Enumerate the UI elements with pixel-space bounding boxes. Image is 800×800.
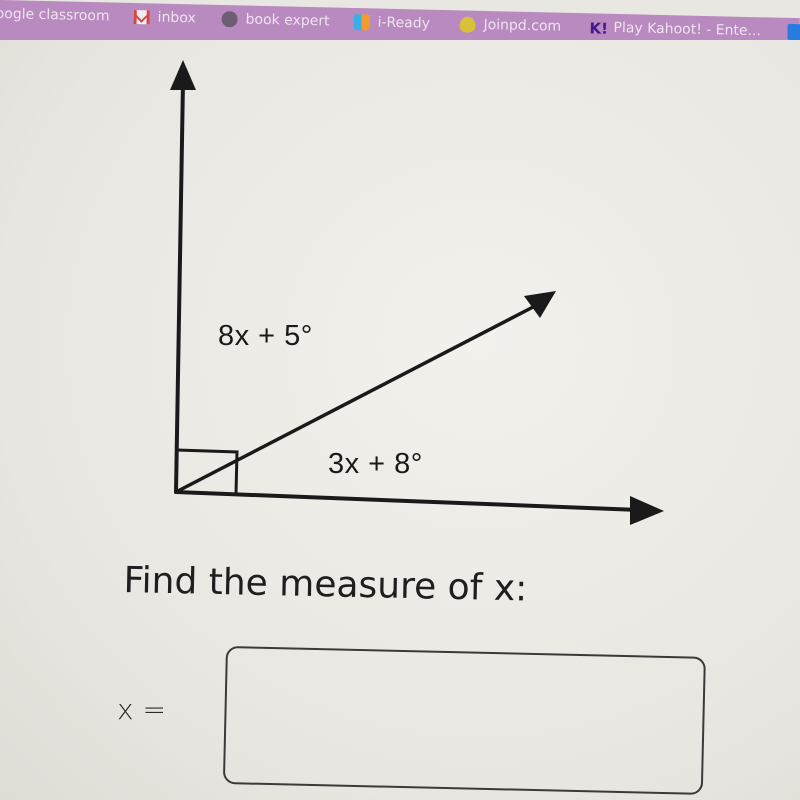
kahoot-icon: K!: [589, 19, 609, 38]
answer-label: x =: [117, 693, 166, 726]
bookmark-label: inbox: [157, 9, 196, 27]
bookmark-joinpd[interactable]: Joinpd.com: [459, 16, 562, 35]
bookmark-kahoot[interactable]: K! Play Kahoot! - Ente...: [589, 19, 761, 39]
bookmark-inbox[interactable]: inbox: [133, 9, 196, 27]
gmail-icon: [133, 9, 149, 25]
vertical-ray-arrowhead: [170, 60, 196, 90]
horizontal-ray: [174, 490, 642, 512]
page-content: 8x + 5° 3x + 8° Find the measure of x: x…: [0, 40, 800, 800]
vertical-ray: [174, 80, 185, 494]
bookmark-label: Play Kahoot! - Ente...: [613, 19, 762, 40]
book-expert-icon: [221, 11, 238, 28]
lower-angle-label: 3x + 8°: [328, 448, 423, 480]
pear-deck-icon: [459, 16, 476, 33]
bookmark-book-expert[interactable]: book expert: [221, 11, 330, 30]
upper-angle-label: 8x + 5°: [218, 320, 313, 352]
more-bookmarks-icon: [787, 23, 800, 41]
bookmark-google-classroom[interactable]: oogle classroom: [0, 6, 110, 25]
bookmarks-more-button[interactable]: [787, 23, 800, 41]
question-prompt: Find the measure of x:: [123, 560, 528, 610]
bookmark-label: i-Ready: [377, 14, 431, 32]
bookmark-label: Joinpd.com: [483, 16, 562, 35]
iready-icon: [353, 14, 370, 31]
bookmark-label: book expert: [245, 11, 330, 30]
bookmark-iready[interactable]: i-Ready: [353, 14, 430, 32]
horizontal-ray-arrowhead: [630, 496, 664, 525]
bookmark-label: oogle classroom: [0, 5, 110, 25]
answer-input[interactable]: [222, 646, 706, 795]
middle-ray-arrowhead: [524, 291, 556, 318]
